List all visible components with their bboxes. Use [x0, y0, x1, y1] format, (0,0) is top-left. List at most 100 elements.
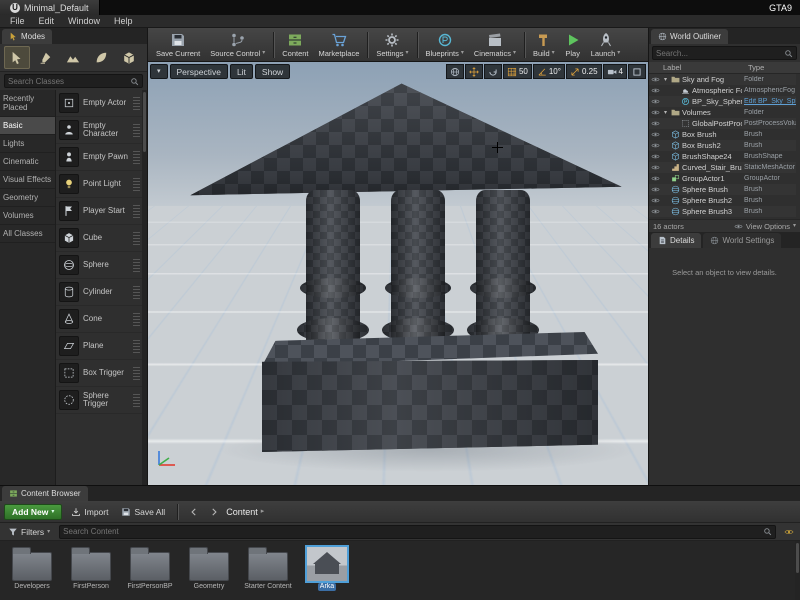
place-item-empty-pawn[interactable]: Empty Pawn [56, 144, 142, 171]
modes-scrollbar-thumb[interactable] [143, 92, 146, 152]
visibility-eye-icon[interactable] [651, 163, 660, 172]
drag-grip-icon[interactable] [133, 259, 140, 272]
content-search-input[interactable] [63, 527, 763, 536]
visibility-eye-icon[interactable] [651, 119, 660, 128]
paint-mode-button[interactable] [32, 46, 58, 69]
scale-snap-button[interactable]: 0.25 [566, 64, 602, 79]
drag-grip-icon[interactable] [133, 178, 140, 191]
folder-firstperson[interactable]: FirstPerson [65, 545, 117, 591]
category-all-classes[interactable]: All Classes [0, 225, 55, 243]
place-item-plane[interactable]: Plane [56, 333, 142, 360]
column-type[interactable]: Type [748, 63, 800, 72]
drag-grip-icon[interactable] [133, 394, 140, 407]
viewport-show-button[interactable]: Show [255, 64, 290, 79]
tab-world-settings[interactable]: World Settings [703, 233, 781, 248]
place-item-empty-character[interactable]: Empty Character [56, 117, 142, 144]
view-options-button[interactable]: View Options ▾ [734, 222, 796, 231]
drag-grip-icon[interactable] [133, 124, 140, 137]
maximize-viewport-button[interactable] [628, 64, 646, 79]
visibility-eye-icon[interactable] [651, 174, 660, 183]
menu-file[interactable]: File [3, 16, 32, 26]
back-button[interactable] [186, 504, 201, 519]
foliage-mode-button[interactable] [88, 46, 114, 69]
outliner-row[interactable]: BrushShape24BrushShape [649, 151, 796, 162]
world-local-toggle-button[interactable] [446, 64, 464, 79]
viewport-canvas[interactable]: ▾ Perspective Lit Show 50 10° 0.25 4 [148, 62, 648, 485]
place-item-empty-actor[interactable]: Empty Actor [56, 90, 142, 117]
breadcrumb[interactable]: Content ▸ [226, 507, 264, 517]
build-button[interactable]: Build▾ [528, 31, 560, 59]
visibility-eye-icon[interactable] [651, 207, 660, 216]
drag-grip-icon[interactable] [133, 367, 140, 380]
outliner-search-input[interactable] [656, 49, 784, 58]
rotate-tool-button[interactable] [484, 64, 502, 79]
folder-developers[interactable]: Developers [6, 545, 58, 591]
category-lights[interactable]: Lights [0, 135, 55, 153]
folder-starter-content[interactable]: Starter Content [242, 545, 294, 591]
cinematics-button[interactable]: Cinematics▾ [469, 31, 521, 59]
move-tool-button[interactable] [465, 64, 483, 79]
temple-mesh[interactable] [178, 80, 628, 475]
launch-button[interactable]: Launch▾ [586, 31, 626, 59]
folder-firstpersonbp[interactable]: FirstPersonBP [124, 545, 176, 591]
visibility-eye-icon[interactable] [651, 141, 660, 150]
window-tab[interactable]: U Minimal_Default [0, 0, 100, 15]
drag-grip-icon[interactable] [133, 286, 140, 299]
visibility-eye-icon[interactable] [651, 97, 660, 106]
modes-search-input[interactable] [8, 77, 130, 86]
place-item-sphere-trigger[interactable]: Sphere Trigger [56, 387, 142, 414]
assets-scrollbar-thumb[interactable] [796, 543, 799, 573]
viewport-perspective-button[interactable]: Perspective [170, 64, 228, 79]
outliner-row[interactable]: Atmospheric FogAtmosphericFog [649, 85, 796, 96]
drag-grip-icon[interactable] [133, 205, 140, 218]
visibility-eye-icon[interactable] [651, 152, 660, 161]
outliner-row[interactable]: Sphere BrushBrush [649, 184, 796, 195]
category-recently-placed[interactable]: Recently Placed [0, 90, 55, 117]
outliner-row[interactable]: Curved_Stair_Brush_StaticMeshStaticMeshA… [649, 162, 796, 173]
tab-content-browser[interactable]: Content Browser [2, 486, 88, 501]
expand-caret-icon[interactable]: ▾ [662, 76, 669, 83]
tab-modes[interactable]: Modes [2, 29, 52, 44]
visibility-eye-icon[interactable] [651, 108, 660, 117]
outliner-row[interactable]: GroupActor1GroupActor [649, 173, 796, 184]
outliner-row[interactable]: BP_Sky_SphereEdit BP_Sky_Sph [649, 96, 796, 107]
place-item-player-start[interactable]: Player Start [56, 198, 142, 225]
visibility-eye-icon[interactable] [651, 86, 660, 95]
grid-snap-button[interactable]: 50 [503, 64, 532, 79]
place-item-cube[interactable]: Cube [56, 225, 142, 252]
outliner-row[interactable]: Sphere Brush3Brush [649, 206, 796, 217]
menu-edit[interactable]: Edit [32, 16, 62, 26]
tab-details[interactable]: Details [651, 233, 701, 248]
landscape-mode-button[interactable] [60, 46, 86, 69]
drag-grip-icon[interactable] [133, 313, 140, 326]
forward-button[interactable] [206, 504, 221, 519]
filters-button[interactable]: Filters▾ [4, 525, 54, 539]
outliner-row[interactable]: GlobalPostProcessVolumePostProcessVolume [649, 118, 796, 129]
viewport-lit-button[interactable]: Lit [230, 64, 253, 79]
content-button[interactable]: Content [277, 31, 313, 59]
category-geometry[interactable]: Geometry [0, 189, 55, 207]
place-item-cone[interactable]: Cone [56, 306, 142, 333]
camera-speed-button[interactable]: 4 [603, 64, 627, 79]
view-settings-button[interactable] [781, 524, 796, 539]
outliner-row[interactable]: Sphere Brush2Brush [649, 195, 796, 206]
marketplace-button[interactable]: Marketplace [314, 31, 365, 59]
edit-blueprint-link[interactable]: Edit BP_Sky_Sph [744, 98, 796, 105]
visibility-eye-icon[interactable] [651, 75, 660, 84]
place-item-point-light[interactable]: Point Light [56, 171, 142, 198]
outliner-row[interactable]: ▾VolumesFolder [649, 107, 796, 118]
category-visual-effects[interactable]: Visual Effects [0, 171, 55, 189]
place-item-box-trigger[interactable]: Box Trigger [56, 360, 142, 387]
menu-window[interactable]: Window [61, 16, 107, 26]
blueprints-button[interactable]: Blueprints▾ [421, 31, 469, 59]
outliner-row[interactable]: Box BrushBrush [649, 129, 796, 140]
geometry-mode-button[interactable] [116, 46, 142, 69]
viewport-options-button[interactable]: ▾ [150, 64, 168, 79]
visibility-eye-icon[interactable] [651, 196, 660, 205]
add-new-button[interactable]: Add New▾ [4, 504, 62, 520]
rotation-snap-button[interactable]: 10° [533, 64, 565, 79]
category-basic[interactable]: Basic [0, 117, 55, 135]
visibility-eye-icon[interactable] [651, 130, 660, 139]
save-all-button[interactable]: Save All [117, 505, 169, 519]
play-button[interactable]: Play [560, 31, 586, 59]
